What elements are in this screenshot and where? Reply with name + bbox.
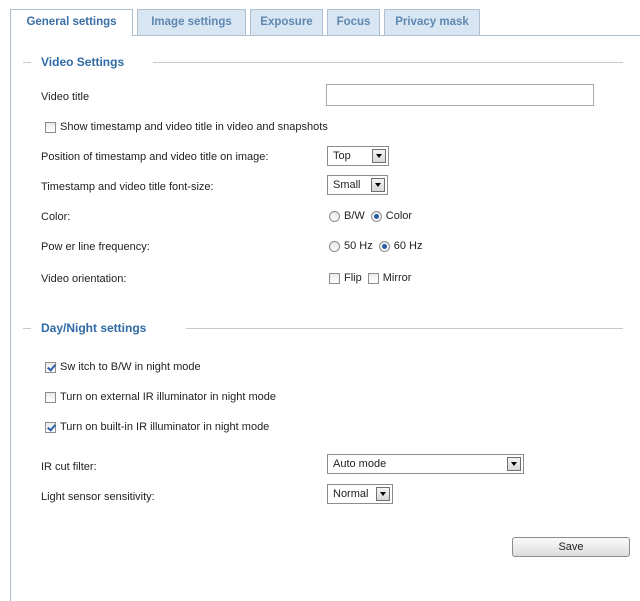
show-timestamp-label: Show timestamp and video title in video … [60,121,328,133]
external-ir-label: Turn on external IR illuminator in night… [60,391,277,403]
light-sensor-select[interactable]: Normal [327,484,393,504]
power-50hz-radio[interactable] [329,240,340,252]
day-night-title: Day/Night settings [41,321,147,335]
chevron-down-icon [371,178,385,192]
switch-bw-label: Sw itch to B/W in night mode [60,361,201,373]
light-sensor-label: Light sensor sensitivity: [41,491,155,503]
power-50hz-label: 50 Hz [344,240,373,252]
tab-image-settings[interactable]: Image settings [137,9,246,35]
builtin-ir-row: Turn on built-in IR illuminator in night… [45,421,275,433]
mirror-checkbox[interactable] [367,272,379,284]
flip-checkbox[interactable] [329,272,340,284]
switch-bw-checkbox[interactable] [45,361,56,373]
ir-cut-label: IR cut filter: [41,461,97,473]
power-line-radio-group: 50 Hz 60 Hz [329,240,429,252]
flip-label: Flip [344,272,362,284]
chevron-down-icon [376,487,390,501]
day-night-legend: Day/Night settings [23,321,623,337]
position-label: Position of timestamp and video title on… [41,151,269,163]
builtin-ir-checkbox[interactable] [45,421,56,433]
ir-cut-select[interactable]: Auto mode [327,454,524,474]
position-select[interactable]: Top [327,146,389,166]
video-title-label: Video title [41,91,90,103]
tab-general-settings[interactable]: General settings [10,9,133,36]
color-radio-group: B/W Color [329,210,418,222]
panel-left-border [10,35,11,601]
color-bw-radio[interactable] [329,210,340,222]
tab-focus[interactable]: Focus [327,9,380,35]
font-size-select-value: Small [333,179,361,191]
show-timestamp-row: Show timestamp and video title in video … [45,121,334,133]
builtin-ir-label: Turn on built-in IR illuminator in night… [60,421,270,433]
color-color-label: Color [385,210,413,222]
light-sensor-select-value: Normal [333,488,369,500]
external-ir-checkbox[interactable] [45,391,56,403]
ir-cut-select-value: Auto mode [333,458,387,470]
show-timestamp-checkbox[interactable] [45,121,56,133]
power-line-label: Pow er line frequency: [41,241,150,253]
switch-bw-row: Sw itch to B/W in night mode [45,361,207,373]
power-60hz-radio[interactable] [378,240,390,252]
mirror-label: Mirror [382,272,412,284]
power-60hz-label: 60 Hz [393,240,423,252]
font-size-label: Timestamp and video title font-size: [41,181,214,193]
color-label: Color: [41,211,71,223]
video-settings-title: Video Settings [41,55,125,69]
video-title-input[interactable] [326,84,594,106]
tab-privacy-mask[interactable]: Privacy mask [384,9,480,35]
orientation-label: Video orientation: [41,273,127,285]
chevron-down-icon [372,149,386,163]
orientation-group: Flip Mirror [329,272,417,284]
tab-exposure[interactable]: Exposure [250,9,323,35]
chevron-down-icon [507,457,521,471]
external-ir-row: Turn on external IR illuminator in night… [45,391,282,403]
video-settings-legend: Video Settings [23,55,623,71]
color-bw-label: B/W [344,210,365,222]
position-select-value: Top [333,150,351,162]
save-button[interactable]: Save [512,537,630,557]
font-size-select[interactable]: Small [327,175,388,195]
color-color-radio[interactable] [370,210,382,222]
